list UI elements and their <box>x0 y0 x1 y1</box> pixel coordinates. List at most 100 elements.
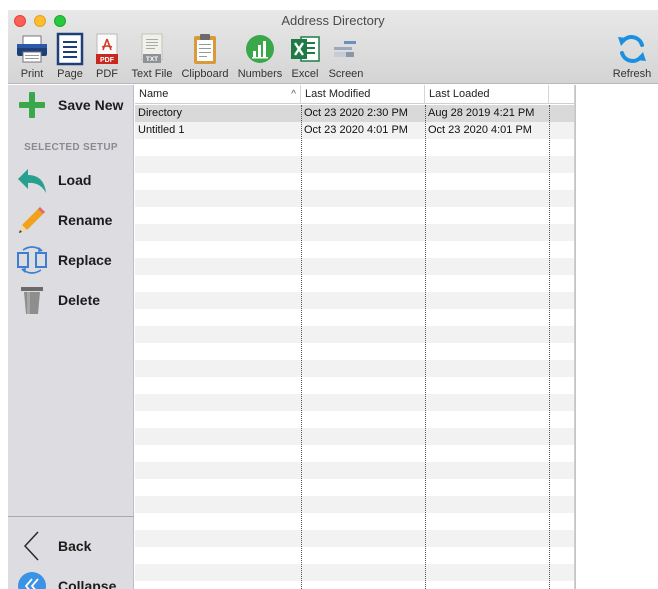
empty-table-row <box>135 530 575 547</box>
table-row[interactable]: Directory Oct 23 2020 2:30 PM Aug 28 2019 … <box>135 105 575 122</box>
empty-table-row <box>135 292 575 309</box>
refresh-icon <box>615 32 649 66</box>
print-label: Print <box>20 68 44 80</box>
column-divider <box>301 105 302 589</box>
empty-table-row <box>135 445 575 462</box>
screen-label: Screen <box>328 68 364 80</box>
pencil-icon <box>12 202 52 238</box>
save-new-button[interactable]: Save New <box>8 87 134 123</box>
empty-table-row <box>135 411 575 428</box>
plus-icon <box>12 87 52 123</box>
empty-table-row <box>135 394 575 411</box>
replace-icon <box>12 242 52 278</box>
empty-table-row <box>135 479 575 496</box>
back-label: Back <box>58 538 92 554</box>
load-button[interactable]: Load <box>8 162 134 198</box>
empty-table-row <box>135 462 575 479</box>
collapse-button[interactable]: Collapse <box>8 568 134 589</box>
refresh-button[interactable]: Refresh <box>608 32 656 82</box>
sort-ascending-icon: ^ <box>291 89 296 100</box>
numbers-icon <box>243 32 277 66</box>
empty-table-row <box>135 547 575 564</box>
text-file-label: Text File <box>131 68 173 80</box>
page-button[interactable]: Page <box>54 32 86 82</box>
pdf-icon: PDF <box>90 32 124 66</box>
column-header-name-label: Name <box>139 88 169 100</box>
screen-button[interactable]: Screen <box>326 32 366 82</box>
table-cell-modified: Oct 23 2020 2:30 PM <box>304 107 408 119</box>
rename-button[interactable]: Rename <box>8 202 134 238</box>
print-button[interactable]: Print <box>14 32 50 82</box>
title-bar: Address Directory Print Page PDF PDF TXT… <box>8 10 658 84</box>
excel-label: Excel <box>291 68 319 80</box>
table-cell-name: Untitled 1 <box>138 124 185 136</box>
replace-button[interactable]: Replace <box>8 242 134 278</box>
column-header-last-loaded[interactable]: Last Loaded <box>425 85 549 104</box>
double-chevron-left-icon <box>12 568 52 589</box>
empty-table-row <box>135 496 575 513</box>
empty-table-row <box>135 275 575 292</box>
chevron-left-icon <box>12 528 52 564</box>
empty-table-row <box>135 309 575 326</box>
empty-table-row <box>135 513 575 530</box>
text-file-icon: TXT <box>135 32 169 66</box>
page-label: Page <box>57 68 83 80</box>
table-body: Directory Oct 23 2020 2:30 PM Aug 28 2019 … <box>135 105 575 589</box>
text-file-button[interactable]: TXT Text File <box>130 32 174 82</box>
clipboard-label: Clipboard <box>181 68 229 80</box>
table-row[interactable]: Untitled 1 Oct 23 2020 4:01 PM Oct 23 2020… <box>135 122 575 139</box>
table-cell-name: Directory <box>138 107 183 119</box>
empty-table-row <box>135 581 575 589</box>
right-panel <box>575 85 658 589</box>
empty-table-row <box>135 428 575 445</box>
clipboard-button[interactable]: Clipboard <box>180 32 230 82</box>
txt-badge-text: TXT <box>146 56 158 63</box>
empty-table-row <box>135 360 575 377</box>
refresh-label: Refresh <box>612 68 652 80</box>
clipboard-icon <box>188 32 222 66</box>
table-cell-loaded: Oct 23 2020 4:01 PM <box>428 124 532 136</box>
table-header: Name ^ Last Modified Last Loaded <box>135 85 575 104</box>
app-window: Address Directory Print Page PDF PDF TXT… <box>8 10 658 589</box>
selected-setup-heading: SELECTED SETUP <box>24 142 118 153</box>
delete-button[interactable]: Delete <box>8 282 134 318</box>
back-button[interactable]: Back <box>8 528 134 564</box>
delete-label: Delete <box>58 292 101 308</box>
setups-table: Name ^ Last Modified Last Loaded Directo… <box>135 85 575 589</box>
load-label: Load <box>58 172 92 188</box>
empty-table-row <box>135 190 575 207</box>
sidebar: Save New SELECTED SETUP Load Rename Repl… <box>8 85 134 589</box>
column-header-filler <box>549 85 575 104</box>
numbers-button[interactable]: Numbers <box>236 32 284 82</box>
save-new-label: Save New <box>58 97 124 113</box>
empty-table-row <box>135 258 575 275</box>
empty-table-row <box>135 343 575 360</box>
window-title: Address Directory <box>281 13 385 28</box>
numbers-label: Numbers <box>237 68 283 80</box>
rename-label: Rename <box>58 212 113 228</box>
replace-label: Replace <box>58 252 112 268</box>
empty-table-row <box>135 156 575 173</box>
empty-table-row <box>135 241 575 258</box>
empty-table-row <box>135 377 575 394</box>
empty-table-row <box>135 564 575 581</box>
excel-button[interactable]: Excel <box>290 32 320 82</box>
back-arrow-icon <box>12 162 52 198</box>
empty-table-row <box>135 326 575 343</box>
sidebar-divider <box>8 516 134 517</box>
empty-table-row <box>135 173 575 190</box>
page-icon <box>53 32 87 66</box>
collapse-label: Collapse <box>58 578 117 589</box>
table-cell-modified: Oct 23 2020 4:01 PM <box>304 124 408 136</box>
column-header-last-modified[interactable]: Last Modified <box>301 85 425 104</box>
column-divider <box>549 105 550 589</box>
table-cell-loaded: Aug 28 2019 4:21 PM <box>428 107 535 119</box>
column-divider <box>425 105 426 589</box>
empty-table-row <box>135 207 575 224</box>
empty-table-row <box>135 224 575 241</box>
column-header-name[interactable]: Name ^ <box>135 85 301 104</box>
screen-icon <box>329 32 363 66</box>
pdf-button[interactable]: PDF PDF <box>92 32 122 82</box>
empty-table-row <box>135 139 575 156</box>
pdf-badge-text: PDF <box>100 57 115 64</box>
